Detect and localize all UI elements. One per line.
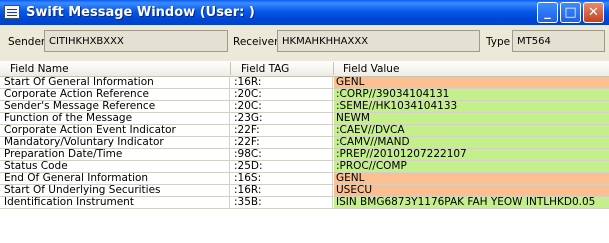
field-value-cell: GENL — [334, 173, 609, 184]
table-row[interactable]: Start Of General Information:16R: GENL — [0, 77, 609, 89]
type-field[interactable]: MT564 — [512, 30, 605, 52]
field-value-cell: :CORP//39034104131 — [334, 89, 609, 100]
minimize-button[interactable]: _ — [537, 2, 558, 23]
field-name-cell: Mandatory/Voluntary Indicator — [0, 137, 230, 148]
field-name-cell: Start Of General Information — [0, 77, 230, 88]
field-value-cell: GENL — [334, 77, 609, 88]
receiver-label: Receiver — [233, 36, 279, 48]
field-value-cell: USECU — [334, 185, 609, 196]
field-value-cell: NEWM — [334, 113, 609, 124]
field-name-cell: Corporate Action Event Indicator — [0, 125, 230, 136]
field-name-cell: Function of the Message — [0, 113, 230, 124]
field-value-cell: :PREP//20101207222107 — [334, 149, 609, 160]
app-icon — [4, 5, 20, 19]
sender-label: Sender — [8, 36, 46, 48]
field-name-cell: Identification Instrument — [0, 197, 230, 208]
field-value-cell: ISIN BMG6873Y1176PAK FAH YEOW INTLHKD0.0… — [334, 197, 609, 208]
field-tag-cell: :16R: — [231, 77, 333, 88]
field-name-cell: Status Code — [0, 161, 230, 172]
field-name-cell: Corporate Action Reference — [0, 89, 230, 100]
field-tag-cell: :22F: — [231, 137, 333, 148]
field-value-cell: :PROC//COMP — [334, 161, 609, 172]
table-row[interactable]: Preparation Date/Time:98C::PREP//2010120… — [0, 149, 609, 161]
field-name-cell: Preparation Date/Time — [0, 149, 230, 160]
field-tag-cell: :22F: — [231, 125, 333, 136]
table-row[interactable]: Mandatory/Voluntary Indicator:22F::CAMV/… — [0, 137, 609, 149]
field-name-cell: Sender's Message Reference — [0, 101, 230, 112]
sender-field[interactable]: CITIHKHXBXXX — [44, 30, 228, 52]
field-tag-cell: :20C: — [231, 101, 333, 112]
field-value-cell: :SEME//HK1034104133 — [334, 101, 609, 112]
receiver-field[interactable]: HKMAHKHHAXXX — [277, 30, 480, 52]
column-header-field-name[interactable]: Field Name — [10, 63, 69, 75]
table-row[interactable]: Status Code:25D::PROC//COMP — [0, 161, 609, 173]
table-row[interactable]: Identification Instrument:35B: ISIN BMG68… — [0, 197, 609, 209]
field-name-cell: Start Of Underlying Securities — [0, 185, 230, 196]
close-button[interactable]: ✕ — [583, 2, 604, 23]
swift-fields-table[interactable]: Field Name Field TAG Field Value Start O… — [0, 61, 609, 243]
field-tag-cell: :20C: — [231, 89, 333, 100]
swift-message-window: Swift Message Window (User: ) _ □ ✕ Send… — [0, 0, 609, 243]
message-header: Sender CITIHKHXBXXX Receiver HKMAHKHHAXX… — [0, 25, 609, 61]
field-tag-cell: :25D: — [231, 161, 333, 172]
table-header: Field Name Field TAG Field Value — [0, 61, 609, 77]
field-tag-cell: :35B: — [231, 197, 333, 208]
table-row[interactable]: Corporate Action Reference:20C::CORP//39… — [0, 89, 609, 101]
field-name-cell: End Of General Information — [0, 173, 230, 184]
field-value-cell: :CAMV//MAND — [334, 137, 609, 148]
field-tag-cell: :16S: — [231, 173, 333, 184]
field-value-cell: :CAEV//DVCA — [334, 125, 609, 136]
table-row[interactable]: End Of General Information:16S: GENL — [0, 173, 609, 185]
table-row[interactable]: Start Of Underlying Securities:16R: USECU — [0, 185, 609, 197]
field-tag-cell: :23G: — [231, 113, 333, 124]
table-row[interactable]: Function of the Message:23G: NEWM — [0, 113, 609, 125]
maximize-button[interactable]: □ — [560, 2, 581, 23]
table-row[interactable]: Corporate Action Event Indicator:22F::CA… — [0, 125, 609, 137]
field-tag-cell: :98C: — [231, 149, 333, 160]
title-bar[interactable]: Swift Message Window (User: ) _ □ ✕ — [0, 0, 609, 25]
field-tag-cell: :16R: — [231, 185, 333, 196]
column-header-field-tag[interactable]: Field TAG — [241, 63, 289, 75]
column-header-field-value[interactable]: Field Value — [343, 63, 399, 75]
window-title: Swift Message Window (User: ) — [26, 5, 255, 20]
table-row[interactable]: Sender's Message Reference:20C::SEME//HK… — [0, 101, 609, 113]
type-label: Type — [486, 36, 511, 48]
